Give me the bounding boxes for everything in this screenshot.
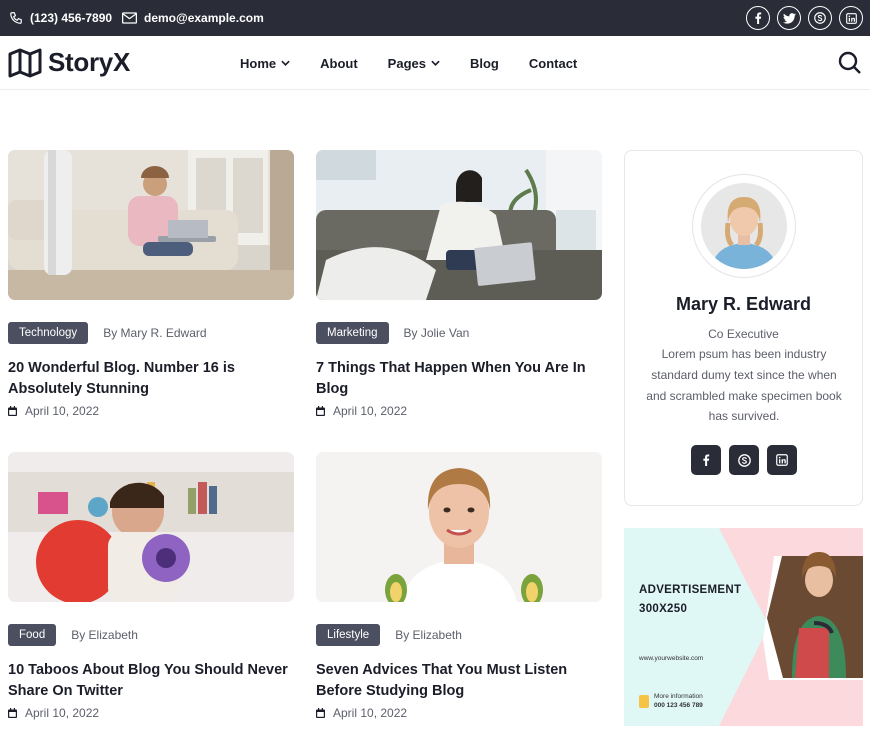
linkedin-icon (776, 454, 788, 466)
skype-icon (737, 453, 751, 467)
ad-title: ADVERTISEMENT 300X250 (639, 581, 741, 619)
ad-info-line1: More information (654, 693, 703, 700)
author-facebook-link[interactable] (691, 445, 721, 475)
post-date: April 10, 2022 (316, 706, 602, 720)
post-card: Lifestyle By Elizabeth Seven Advices Tha… (316, 452, 602, 720)
search-icon (838, 51, 861, 74)
post-title[interactable]: 7 Things That Happen When You Are In Blo… (316, 358, 596, 400)
avatar[interactable] (701, 183, 787, 269)
twitter-link[interactable] (777, 6, 801, 30)
search-button[interactable] (838, 51, 862, 80)
top-social-links (746, 6, 863, 30)
chevron-down-icon (431, 60, 440, 66)
post-card: Marketing By Jolie Van 7 Things That Hap… (316, 150, 602, 418)
post-date: April 10, 2022 (316, 404, 602, 418)
post-date-text: April 10, 2022 (25, 706, 100, 720)
post-card: Food By Elizabeth 10 Taboos About Blog Y… (8, 452, 294, 720)
linkedin-icon (845, 12, 857, 24)
email-address: demo@example.com (144, 11, 264, 25)
post-date: April 10, 2022 (8, 404, 294, 418)
nav-label: Home (240, 55, 277, 71)
post-title[interactable]: 10 Taboos About Blog You Should Never Sh… (8, 660, 288, 702)
nav-label: Contact (528, 55, 578, 71)
author-widget: Mary R. Edward Co Executive Lorem psum h… (624, 150, 863, 506)
ad-title-line2: 300X250 (639, 603, 688, 615)
post-title[interactable]: 20 Wonderful Blog. Number 16 is Absolute… (8, 358, 288, 400)
post-date-text: April 10, 2022 (333, 706, 408, 720)
author-role: Co Executive (708, 327, 779, 341)
author-name[interactable]: Mary R. Edward (625, 294, 862, 315)
ad-info: More information 000 123 456 789 (654, 693, 703, 710)
ad-info-line2: 000 123 456 789 (654, 701, 703, 709)
facebook-link[interactable] (746, 6, 770, 30)
facebook-icon (755, 12, 762, 24)
category-tag[interactable]: Marketing (316, 322, 389, 344)
nav-item-home[interactable]: Home (240, 56, 290, 71)
email-contact[interactable]: demo@example.com (122, 0, 264, 36)
author-linkedin-link[interactable] (767, 445, 797, 475)
skype-icon (814, 12, 826, 24)
post-date-text: April 10, 2022 (25, 404, 100, 418)
info-icon (639, 695, 649, 708)
post-meta: Marketing By Jolie Van (316, 322, 602, 344)
category-tag[interactable]: Lifestyle (316, 624, 381, 646)
calendar-icon (8, 406, 17, 416)
category-tag[interactable]: Technology (8, 322, 89, 344)
ad-url: www.yourwebsite.com (639, 655, 704, 662)
book-map-icon (8, 48, 42, 77)
post-meta: Technology By Mary R. Edward (8, 322, 294, 344)
advertisement-banner[interactable]: ADVERTISEMENT 300X250 www.yourwebsite.co… (624, 528, 863, 726)
post-author[interactable]: By Jolie Van (404, 326, 470, 340)
facebook-icon (703, 454, 710, 466)
nav-item-pages[interactable]: Pages (388, 56, 440, 71)
calendar-icon (8, 708, 17, 718)
phone-number: (123) 456-7890 (30, 11, 113, 25)
main-nav: Home About Pages Blog Contact (240, 36, 607, 90)
nav-label: Blog (469, 55, 499, 71)
skype-link[interactable] (808, 6, 832, 30)
post-image[interactable] (8, 150, 294, 300)
category-tag[interactable]: Food (8, 624, 57, 646)
phone-icon (10, 12, 22, 24)
post-author[interactable]: By Mary R. Edward (103, 326, 206, 340)
nav-item-contact[interactable]: Contact (529, 56, 577, 71)
post-author[interactable]: By Elizabeth (395, 628, 462, 642)
post-image[interactable] (316, 452, 602, 602)
phone-contact[interactable]: (123) 456-7890 (9, 0, 112, 36)
author-skype-link[interactable] (729, 445, 759, 475)
brand-name: StoryX (48, 47, 131, 77)
nav-label: About (320, 55, 358, 71)
post-meta: Lifestyle By Elizabeth (316, 624, 602, 646)
calendar-icon (316, 708, 325, 718)
post-date-text: April 10, 2022 (333, 404, 408, 418)
nav-item-about[interactable]: About (320, 56, 358, 71)
post-image[interactable] (8, 452, 294, 602)
brand-logo[interactable]: StoryX (8, 47, 130, 78)
top-bar: (123) 456-7890 demo@example.com (0, 0, 870, 36)
author-social-links (691, 445, 797, 475)
avatar-ring (692, 174, 796, 278)
post-date: April 10, 2022 (8, 706, 294, 720)
calendar-icon (316, 406, 325, 416)
ad-title-line1: ADVERTISEMENT (639, 584, 742, 596)
nav-item-blog[interactable]: Blog (470, 56, 499, 71)
site-header: StoryX Home About Pages Blog Contact (0, 36, 870, 90)
linkedin-link[interactable] (839, 6, 863, 30)
nav-label: Pages (387, 55, 426, 71)
twitter-icon (782, 12, 796, 24)
post-meta: Food By Elizabeth (8, 624, 294, 646)
chevron-down-icon (281, 60, 290, 66)
post-author[interactable]: By Elizabeth (71, 628, 138, 642)
post-image[interactable] (316, 150, 602, 300)
author-bio: Lorem psum has been industry standard du… (646, 347, 842, 424)
post-title[interactable]: Seven Advices That You Must Listen Befor… (316, 660, 596, 702)
post-card: Technology By Mary R. Edward 20 Wonderfu… (8, 150, 294, 418)
envelope-icon (122, 12, 137, 24)
